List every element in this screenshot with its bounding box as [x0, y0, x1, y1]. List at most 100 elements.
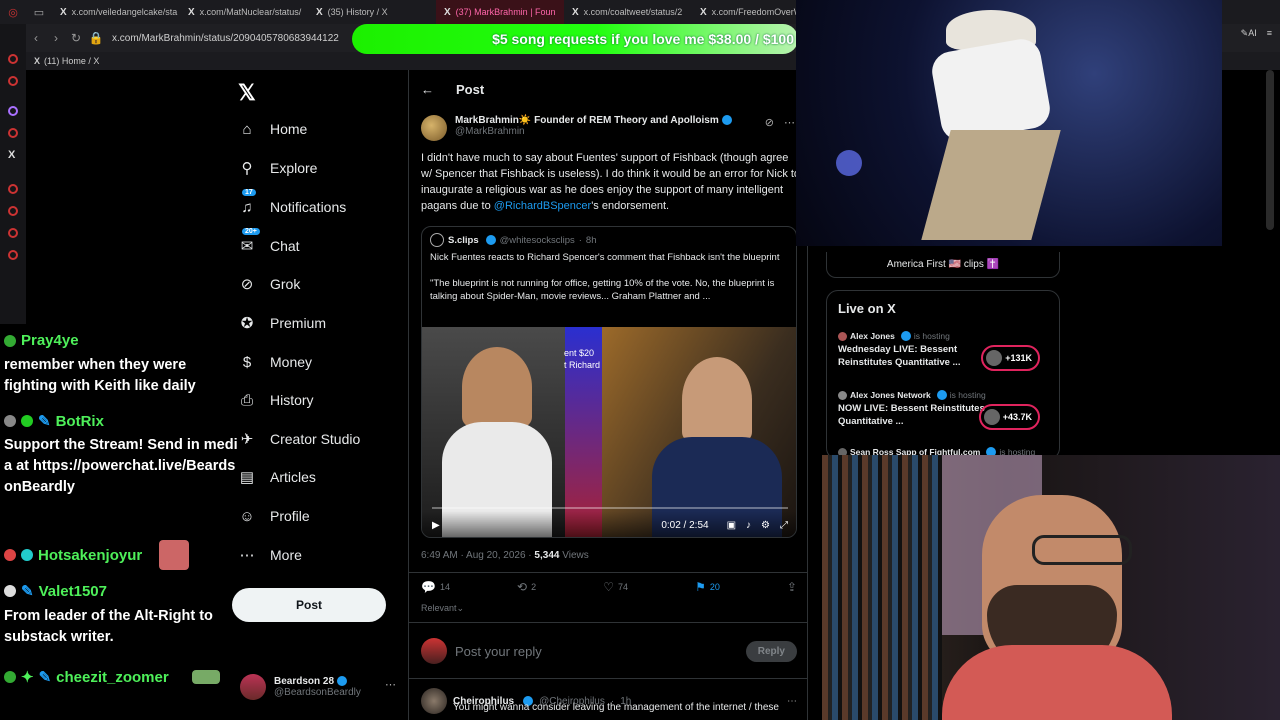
- x-favicon-icon: X: [34, 56, 41, 66]
- nav-profile[interactable]: ☺ Profile: [238, 507, 309, 525]
- tab-4[interactable]: Xx.com/coaltweet/status/2: [564, 0, 692, 24]
- post-text: I didn't have much to say about Fuentes'…: [421, 152, 801, 212]
- live-title: Live on X: [838, 301, 896, 316]
- mention-link[interactable]: @RichardBSpencer: [494, 200, 591, 212]
- post-actions: 💬 14 ⟲ 2 ♡ 74 ⚑ 20 ⇪: [421, 580, 797, 594]
- verified-icon: [721, 115, 732, 126]
- x-logo-icon[interactable]: 𝕏: [238, 80, 256, 106]
- captions-icon[interactable]: ▣: [727, 520, 736, 531]
- emote-icon: [191, 670, 220, 684]
- back-arrow-icon[interactable]: ←: [421, 82, 434, 97]
- badge-icon: [4, 549, 16, 561]
- verified-icon: [936, 390, 947, 400]
- avatar[interactable]: [421, 115, 447, 141]
- sponsor-card[interactable]: America First 🇺🇸 clips ✝️: [826, 252, 1060, 278]
- chat-user: Hotsakenjoyur: [4, 540, 190, 570]
- nav-grok[interactable]: ⊘ Grok: [238, 275, 301, 293]
- reply-button[interactable]: Reply: [745, 640, 797, 662]
- live-on-x-card: Live on X Alex Jones is hosting Wednesday…: [826, 290, 1060, 460]
- column-header: ← Post: [421, 82, 484, 97]
- nav-explore[interactable]: ⚲ Explore: [238, 159, 318, 177]
- dance-video-overlay: [796, 0, 1222, 246]
- post-button[interactable]: Post: [232, 588, 386, 622]
- sort-dropdown[interactable]: Relevant⌄: [421, 603, 464, 614]
- twitch-icon[interactable]: [8, 106, 18, 116]
- nav-articles[interactable]: ▤ Articles: [238, 468, 316, 486]
- quoted-author[interactable]: S.clips @whitesocksclips · 8h: [430, 233, 596, 247]
- play-icon[interactable]: ▶: [432, 520, 440, 531]
- reply-action[interactable]: 💬 14: [421, 580, 450, 594]
- settings-icon[interactable]: ⚙: [761, 520, 770, 531]
- repost-action[interactable]: ⟲ 2: [517, 580, 536, 594]
- video-progress[interactable]: [432, 507, 788, 509]
- nav-home[interactable]: ⌂ Home: [238, 120, 307, 138]
- chat-user: ✎ Valet1507: [4, 582, 107, 600]
- tab-3-active[interactable]: X (37) MarkBrahmin | Foun: [436, 0, 564, 24]
- settings-icon[interactable]: [8, 250, 18, 260]
- nav-history[interactable]: ⎙ History: [238, 391, 314, 409]
- tab-2[interactable]: X (35) History / X: [308, 0, 436, 24]
- video-player[interactable]: ent $20 t Richard ▶ 0:02 / 2:54 ▣ ♪ ⚙ ⤢: [422, 327, 796, 537]
- verified-icon: [485, 235, 496, 245]
- sidebar-app-icon[interactable]: [8, 54, 18, 64]
- fullscreen-icon[interactable]: ⤢: [780, 520, 788, 531]
- reload-icon[interactable]: ↻: [66, 31, 86, 45]
- mute-icon[interactable]: ♪: [746, 520, 751, 531]
- post-menu: ⊘ ⋯: [765, 116, 795, 129]
- bookmark-home[interactable]: (11) Home / X: [44, 56, 99, 66]
- history-icon[interactable]: [8, 206, 18, 216]
- bookmark-action[interactable]: ⚑ 20: [695, 580, 720, 594]
- more-icon[interactable]: ⋯: [787, 696, 797, 707]
- nav-more[interactable]: ⋯ More: [238, 546, 302, 564]
- back-icon[interactable]: ‹: [26, 31, 46, 45]
- sword-icon: ✎: [38, 413, 51, 430]
- more-icon: ⋯: [239, 547, 255, 564]
- divider: [409, 678, 807, 679]
- more-icon[interactable]: ⋯: [385, 678, 396, 691]
- grok-explain-icon[interactable]: ⊘: [765, 116, 774, 129]
- like-action[interactable]: ♡ 74: [603, 580, 628, 594]
- live-item[interactable]: Alex Jones is hosting Wednesday LIVE: Bes…: [838, 331, 1052, 371]
- nav-notifications[interactable]: ♫ 17 Notifications: [238, 189, 346, 216]
- avatar: [240, 674, 266, 700]
- browser-logo-icon[interactable]: ◎: [0, 0, 26, 24]
- nav-premium[interactable]: ✪ Premium: [238, 314, 326, 332]
- tab-1[interactable]: Xx.com/MatNuclear/status/: [180, 0, 308, 24]
- check-icon: [21, 415, 33, 427]
- sidebar-app-icon[interactable]: [8, 184, 18, 194]
- scrollbar[interactable]: [1266, 70, 1274, 230]
- url-field[interactable]: x.com/MarkBrahmin/status/209040578068394…: [112, 33, 339, 44]
- tab-grid-icon[interactable]: ▭: [26, 0, 52, 24]
- nav-chat[interactable]: ✉ 20+ Chat: [238, 228, 300, 255]
- sidebar-app-icon[interactable]: [8, 128, 18, 138]
- post-author[interactable]: MarkBrahmin☀️ Founder of REM Theory and …: [421, 115, 732, 141]
- sidebar-app-icon[interactable]: [8, 76, 18, 86]
- tab-0[interactable]: Xx.com/veiledangelcake/sta: [52, 0, 180, 24]
- quoted-post[interactable]: S.clips @whitesocksclips · 8h Nick Fuentes…: [421, 226, 797, 538]
- money-icon: $: [242, 353, 252, 371]
- share-action[interactable]: ⇪: [787, 580, 797, 594]
- profile-icon: ☺: [239, 507, 255, 525]
- reply-composer: Post your reply Reply: [421, 636, 797, 666]
- reply-input[interactable]: Post your reply: [455, 644, 542, 659]
- badge-icon: [4, 671, 16, 683]
- avatar[interactable]: [421, 688, 447, 714]
- post-timestamp: 6:49 AM · Aug 20, 2026 · 5,344 Views: [421, 550, 589, 561]
- live-item[interactable]: Alex Jones Network is hosting NOW LIVE: B…: [838, 390, 1052, 430]
- chat-message: remember when they were fighting with Ke…: [4, 357, 196, 394]
- diamond-icon: ✦: [21, 669, 34, 686]
- ai-button[interactable]: ✎AI: [1241, 28, 1257, 39]
- nav-creator-studio[interactable]: ✈ Creator Studio: [238, 430, 361, 448]
- sidebar-app-icon[interactable]: [8, 228, 18, 238]
- page-title: Post: [456, 82, 485, 97]
- nav-money[interactable]: $ Money: [238, 353, 312, 371]
- lock-icon: 🔒: [88, 31, 104, 45]
- account-switcher[interactable]: Beardson 28 @BeardsonBeardly ⋯: [240, 672, 400, 702]
- x-sidebar-icon[interactable]: X: [8, 149, 15, 161]
- donation-banner: $5 song requests if you love me $38.00 /…: [352, 24, 798, 54]
- reply-post[interactable]: Cheirophilus @Cheirophilus · 1h ⋯ You migh…: [421, 688, 797, 714]
- forward-icon[interactable]: ›: [46, 31, 66, 45]
- more-icon[interactable]: ⋯: [784, 116, 795, 129]
- chevron-down-icon: ⌄: [456, 603, 465, 613]
- menu-icon[interactable]: ≡: [1267, 28, 1272, 39]
